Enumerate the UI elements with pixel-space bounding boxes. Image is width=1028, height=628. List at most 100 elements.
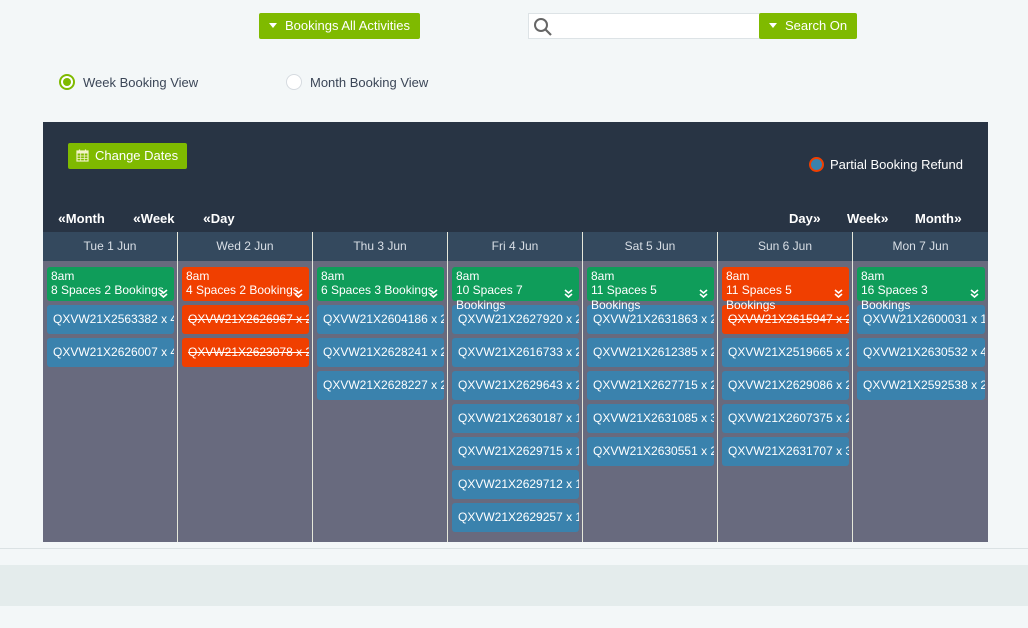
time-slot[interactable]: 8am 11 Spaces 5 Bookings bbox=[587, 267, 714, 312]
search-on-dropdown[interactable]: Search On bbox=[759, 13, 858, 39]
week-days: Tue 1 Jun 8am 8 Spaces 2 Bookings QXVW21X25… bbox=[43, 232, 988, 542]
double-chevron-right-icon: » bbox=[880, 210, 889, 226]
search-input[interactable] bbox=[529, 14, 759, 38]
month-booking-view-radio[interactable]: Month Booking View bbox=[286, 74, 428, 90]
activities-label: Bookings All Activities bbox=[285, 18, 411, 33]
booking-item[interactable]: QXVW21X2563382 x 4 bbox=[47, 305, 174, 334]
time-slot[interactable]: 8am 11 Spaces 5 Bookings bbox=[722, 267, 849, 312]
time-slot[interactable]: 8am 16 Spaces 3 Bookings bbox=[857, 267, 985, 312]
slot-summary: 16 Spaces 3 Bookings bbox=[861, 283, 928, 312]
search-box bbox=[528, 13, 760, 39]
booking-item[interactable]: QXVW21X2629712 x 1 bbox=[452, 470, 579, 499]
prev-day-label: Day bbox=[210, 211, 235, 226]
double-chevron-left-icon: « bbox=[58, 210, 66, 226]
footer-divider bbox=[0, 548, 1028, 549]
booking-item[interactable]: QXVW21X2630551 x 2 bbox=[587, 437, 714, 466]
prev-week-label: Week bbox=[140, 211, 175, 226]
double-chevron-right-icon: » bbox=[953, 210, 962, 226]
time-slot[interactable]: 8am 4 Spaces 2 Bookings bbox=[182, 267, 309, 301]
booking-item[interactable]: QXVW21X2629643 x 2 bbox=[452, 371, 579, 400]
booking-item[interactable]: QXVW21X2627715 x 2 bbox=[587, 371, 714, 400]
booking-item[interactable]: QXVW21X2629257 x 1 bbox=[452, 503, 579, 532]
time-slot[interactable]: 8am 8 Spaces 2 Bookings bbox=[47, 267, 174, 301]
bookings-activities-dropdown[interactable]: Bookings All Activities bbox=[259, 13, 421, 39]
booking-item[interactable]: QXVW21X2628227 x 2 bbox=[317, 371, 444, 400]
booking-item[interactable]: QXVW21X2628241 x 2 bbox=[317, 338, 444, 367]
day-header: Wed 2 Jun bbox=[178, 232, 312, 261]
radio-unchecked-icon bbox=[286, 74, 302, 90]
slot-time: 8am bbox=[186, 269, 210, 283]
day-column: Sun 6 Jun 8am 11 Spaces 5 Bookings QXVW21X2… bbox=[718, 232, 853, 542]
double-chevron-right-icon: » bbox=[812, 210, 821, 226]
expand-chevron-icon[interactable] bbox=[834, 289, 843, 299]
booking-item[interactable]: QXVW21X2616733 x 2 bbox=[452, 338, 579, 367]
prev-day-link[interactable]: «Day bbox=[203, 210, 235, 226]
prev-month-link[interactable]: «Month bbox=[58, 210, 105, 226]
booking-item-cancelled[interactable]: QXVW21X2623078 x 2 bbox=[182, 338, 309, 367]
expand-chevron-icon[interactable] bbox=[970, 289, 979, 299]
legend: Partial Booking Refund bbox=[809, 157, 963, 172]
slot-summary: 4 Spaces 2 Bookings bbox=[186, 283, 299, 297]
expand-chevron-icon[interactable] bbox=[159, 289, 168, 299]
slot-summary: 8 Spaces 2 Bookings bbox=[51, 283, 164, 297]
booking-item[interactable]: QXVW21X2629086 x 2 bbox=[722, 371, 849, 400]
slot-summary: 6 Spaces 3 Bookings bbox=[321, 283, 434, 297]
change-dates-button[interactable]: Change Dates bbox=[68, 143, 188, 169]
double-chevron-left-icon: « bbox=[133, 210, 141, 226]
slot-summary: 10 Spaces 7 Bookings bbox=[456, 283, 523, 312]
booking-item[interactable]: QXVW21X2629715 x 1 bbox=[452, 437, 579, 466]
booking-calendar: Change Dates Partial Booking Refund «Mon… bbox=[43, 122, 988, 542]
change-dates-label: Change Dates bbox=[95, 148, 179, 163]
next-day-label: Day bbox=[789, 211, 813, 226]
partial-refund-legend-icon bbox=[809, 157, 825, 172]
time-slot[interactable]: 8am 10 Spaces 7 Bookings bbox=[452, 267, 579, 312]
day-column: Sat 5 Jun 8am 11 Spaces 5 Bookings QXVW21X2… bbox=[583, 232, 718, 542]
expand-chevron-icon[interactable] bbox=[564, 289, 573, 299]
expand-chevron-icon[interactable] bbox=[429, 289, 438, 299]
next-month-link[interactable]: Month» bbox=[915, 210, 962, 226]
next-week-label: Week bbox=[847, 211, 881, 226]
slot-summary: 11 Spaces 5 Bookings bbox=[591, 283, 657, 312]
week-view-label: Week Booking View bbox=[83, 74, 199, 90]
booking-item[interactable]: QXVW21X2626007 x 4 bbox=[47, 338, 174, 367]
caret-down-icon bbox=[269, 23, 277, 29]
booking-item[interactable]: QXVW21X2630187 x 1 bbox=[452, 404, 579, 433]
day-header: Sun 6 Jun bbox=[718, 232, 852, 261]
prev-week-link[interactable]: «Week bbox=[133, 210, 175, 226]
slot-time: 8am bbox=[456, 269, 480, 283]
booking-item-cancelled[interactable]: QXVW21X2626967 x 2 bbox=[182, 305, 309, 334]
expand-chevron-icon[interactable] bbox=[294, 289, 303, 299]
search-on-label: Search On bbox=[785, 18, 848, 33]
slot-summary: 11 Spaces 5 Bookings bbox=[726, 283, 792, 312]
radio-checked-icon bbox=[59, 74, 75, 90]
next-day-link[interactable]: Day» bbox=[789, 210, 821, 226]
booking-item[interactable]: QXVW21X2592538 x 2 bbox=[857, 371, 985, 400]
booking-item[interactable]: QXVW21X2631707 x 3 bbox=[722, 437, 849, 466]
booking-item[interactable]: QXVW21X2631085 x 3 bbox=[587, 404, 714, 433]
day-header: Thu 3 Jun bbox=[313, 232, 447, 261]
day-column: Fri 4 Jun 8am 10 Spaces 7 Bookings QXVW21X2… bbox=[448, 232, 583, 542]
time-slot[interactable]: 8am 6 Spaces 3 Bookings bbox=[317, 267, 444, 301]
booking-item[interactable]: QXVW21X2604186 x 2 bbox=[317, 305, 444, 334]
expand-chevron-icon[interactable] bbox=[699, 289, 708, 299]
slot-time: 8am bbox=[321, 269, 345, 283]
day-column: Wed 2 Jun 8am 4 Spaces 2 Bookings QXVW21X26… bbox=[178, 232, 313, 542]
slot-time: 8am bbox=[591, 269, 615, 283]
prev-month-label: Month bbox=[65, 211, 105, 226]
slot-time: 8am bbox=[861, 269, 885, 283]
booking-item[interactable]: QXVW21X2519665 x 2 bbox=[722, 338, 849, 367]
day-header: Sat 5 Jun bbox=[583, 232, 717, 261]
week-booking-view-radio[interactable]: Week Booking View bbox=[59, 74, 198, 90]
next-week-link[interactable]: Week» bbox=[847, 210, 889, 226]
slot-time: 8am bbox=[726, 269, 750, 283]
booking-item[interactable]: QXVW21X2607375 x 2 bbox=[722, 404, 849, 433]
day-column: Mon 7 Jun 8am 16 Spaces 3 Bookings QXVW21X2… bbox=[853, 232, 988, 542]
next-month-label: Month bbox=[915, 211, 954, 226]
search-icon bbox=[534, 18, 552, 36]
booking-item[interactable]: QXVW21X2612385 x 2 bbox=[587, 338, 714, 367]
day-header: Tue 1 Jun bbox=[43, 232, 177, 261]
caret-down-icon bbox=[769, 23, 777, 29]
booking-item[interactable]: QXVW21X2630532 x 4 bbox=[857, 338, 985, 367]
slot-time: 8am bbox=[51, 269, 75, 283]
footer-band bbox=[0, 565, 1028, 606]
